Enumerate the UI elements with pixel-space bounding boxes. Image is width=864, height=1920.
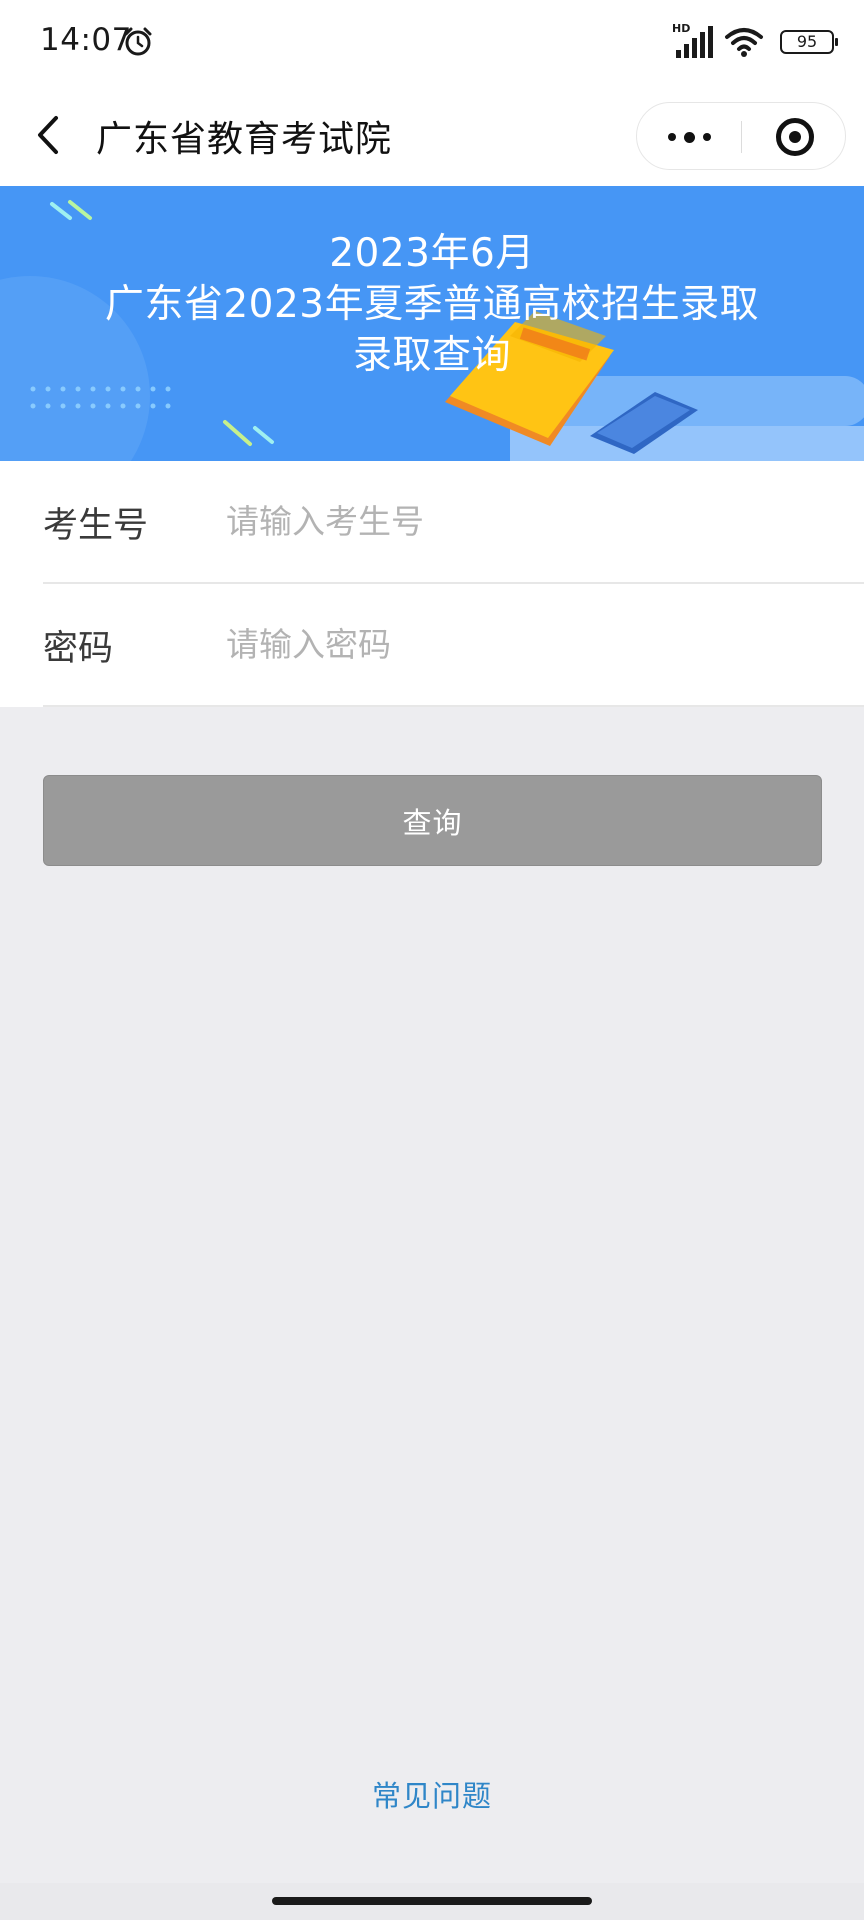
battery-level: 95 xyxy=(796,32,818,51)
banner: 2023年6月 广东省2023年夏季普通高校招生录取 录取查询 xyxy=(0,186,864,461)
row-divider xyxy=(43,705,864,707)
page-title: 广东省教育考试院 xyxy=(96,119,393,160)
target-icon xyxy=(775,118,814,156)
nav-bar: 广东省教育考试院 xyxy=(0,84,864,186)
more-button[interactable] xyxy=(637,103,741,171)
candidate-number-row: 考生号 xyxy=(0,461,864,584)
wifi-icon xyxy=(725,28,763,57)
candidate-number-label: 考生号 xyxy=(43,506,149,546)
page: 14:07 HD 95 广东省教育考试院 2023年6月 广东省2023年夏季普… xyxy=(0,0,864,1920)
login-form: 考生号 密码 xyxy=(0,461,864,707)
battery-icon: 95 xyxy=(780,30,838,54)
faq-link[interactable]: 常见问题 xyxy=(0,1773,864,1815)
password-label: 密码 xyxy=(43,629,114,669)
status-time: 14:07 xyxy=(40,22,132,58)
password-input[interactable] xyxy=(226,614,826,674)
status-bar: 14:07 HD 95 xyxy=(0,0,864,84)
candidate-number-input[interactable] xyxy=(226,491,826,551)
close-mini-program-button[interactable] xyxy=(742,103,847,171)
banner-heading: 广东省2023年夏季普通高校招生录取 xyxy=(104,282,760,327)
more-dots-icon-right xyxy=(702,133,711,141)
chevron-left-icon xyxy=(38,116,58,154)
home-indicator[interactable] xyxy=(272,1897,592,1905)
password-row: 密码 xyxy=(0,584,864,707)
query-button[interactable]: 查询 xyxy=(43,775,822,866)
more-dots-icon-center xyxy=(683,131,695,143)
banner-date: 2023年6月 xyxy=(329,231,535,276)
banner-text: 2023年6月 广东省2023年夏季普通高校招生录取 录取查询 xyxy=(0,228,864,381)
banner-subheading: 录取查询 xyxy=(352,333,511,378)
cellular-signal-icon: HD xyxy=(672,22,714,60)
back-button[interactable] xyxy=(28,108,68,162)
status-icons: HD 95 xyxy=(672,22,838,60)
more-dots-icon xyxy=(667,133,676,141)
mini-program-capsule xyxy=(636,102,846,170)
alarm-clock-icon xyxy=(124,27,152,56)
